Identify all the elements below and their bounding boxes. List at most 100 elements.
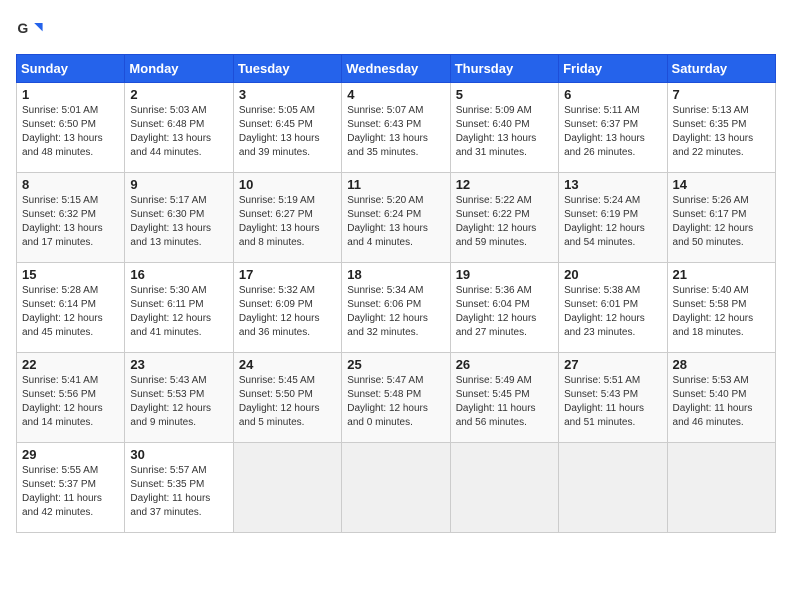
- calendar-day-22: 22Sunrise: 5:41 AMSunset: 5:56 PMDayligh…: [17, 353, 125, 443]
- daylight-label: Daylight: 11 hours and 37 minutes.: [130, 493, 210, 518]
- sunrise-label: Sunrise: 5:30 AM: [130, 285, 206, 296]
- sunset-label: Sunset: 5:50 PM: [239, 389, 313, 400]
- daylight-label: Daylight: 12 hours and 23 minutes.: [564, 313, 645, 338]
- sunrise-label: Sunrise: 5:13 AM: [673, 105, 749, 116]
- sunset-label: Sunset: 6:48 PM: [130, 119, 204, 130]
- calendar-week-row: 8Sunrise: 5:15 AMSunset: 6:32 PMDaylight…: [17, 173, 776, 263]
- calendar-day-20: 20 Sunrise: 5:38 AM Sunset: 6:01 PM Dayligh…: [559, 263, 667, 353]
- weekday-monday: Monday: [125, 55, 233, 83]
- sunset-label: Sunset: 6:50 PM: [22, 119, 96, 130]
- sunrise-label: Sunrise: 5:07 AM: [347, 105, 423, 116]
- sunrise-label: Sunrise: 5:51 AM: [564, 375, 640, 386]
- sunrise-label: Sunrise: 5:05 AM: [239, 105, 315, 116]
- day-number: 30: [130, 447, 227, 462]
- daylight-label: Daylight: 13 hours and 44 minutes.: [130, 133, 211, 158]
- daylight-label: Daylight: 12 hours and 32 minutes.: [347, 313, 428, 338]
- sunrise-label: Sunrise: 5:43 AM: [130, 375, 206, 386]
- sunset-label: Sunset: 6:01 PM: [564, 299, 638, 310]
- calendar-day-3: 3Sunrise: 5:05 AMSunset: 6:45 PMDaylight…: [233, 83, 341, 173]
- day-number: 3: [239, 87, 336, 102]
- day-number: 20: [564, 267, 661, 282]
- daylight-label: Daylight: 11 hours and 46 minutes.: [673, 403, 753, 428]
- daylight-label: Daylight: 12 hours and 59 minutes.: [456, 223, 537, 248]
- calendar-day-15: 15Sunrise: 5:28 AMSunset: 6:14 PMDayligh…: [17, 263, 125, 353]
- sunset-label: Sunset: 5:58 PM: [673, 299, 747, 310]
- daylight-label: Daylight: 11 hours and 56 minutes.: [456, 403, 536, 428]
- sunrise-label: Sunrise: 5:40 AM: [673, 285, 749, 296]
- sunrise-label: Sunrise: 5:26 AM: [673, 195, 749, 206]
- day-info: Sunrise: 5:40 AM Sunset: 5:58 PM Daylight:…: [673, 284, 770, 340]
- sunset-label: Sunset: 6:09 PM: [239, 299, 313, 310]
- sunrise-label: Sunrise: 5:22 AM: [456, 195, 532, 206]
- daylight-label: Daylight: 13 hours and 26 minutes.: [564, 133, 645, 158]
- sunrise-label: Sunrise: 5:49 AM: [456, 375, 532, 386]
- sunrise-label: Sunrise: 5:32 AM: [239, 285, 315, 296]
- weekday-thursday: Thursday: [450, 55, 558, 83]
- day-info: Sunrise: 5:24 AMSunset: 6:19 PMDaylight:…: [564, 194, 661, 250]
- day-info: Sunrise: 5:03 AMSunset: 6:48 PMDaylight:…: [130, 104, 227, 160]
- day-number: 28: [673, 357, 770, 372]
- sunset-label: Sunset: 6:22 PM: [456, 209, 530, 220]
- sunrise-label: Sunrise: 5:36 AM: [456, 285, 532, 296]
- sunset-label: Sunset: 6:04 PM: [456, 299, 530, 310]
- day-info: Sunrise: 5:51 AMSunset: 5:43 PMDaylight:…: [564, 374, 661, 430]
- calendar-table: SundayMondayTuesdayWednesdayThursdayFrid…: [16, 54, 776, 533]
- weekday-tuesday: Tuesday: [233, 55, 341, 83]
- calendar-day-2: 2Sunrise: 5:03 AMSunset: 6:48 PMDaylight…: [125, 83, 233, 173]
- sunrise-label: Sunrise: 5:20 AM: [347, 195, 423, 206]
- calendar-day-25: 25 Sunrise: 5:47 AMSunset: 5:48 PMDayligh…: [342, 353, 450, 443]
- calendar-day-17: 17Sunrise: 5:32 AMSunset: 6:09 PMDayligh…: [233, 263, 341, 353]
- daylight-label: Daylight: 12 hours and 18 minutes.: [673, 313, 754, 338]
- day-number: 27: [564, 357, 661, 372]
- calendar-day-4: 4Sunrise: 5:07 AMSunset: 6:43 PMDaylight…: [342, 83, 450, 173]
- sunrise-label: Sunrise: 5:57 AM: [130, 465, 206, 476]
- day-number: 29: [22, 447, 119, 462]
- day-number: 13: [564, 177, 661, 192]
- day-number: 6: [564, 87, 661, 102]
- daylight-label: Daylight: 12 hours and 54 minutes.: [564, 223, 645, 248]
- day-number: 24: [239, 357, 336, 372]
- sunset-label: Sunset: 5:53 PM: [130, 389, 204, 400]
- sunrise-label: Sunrise: 5:19 AM: [239, 195, 315, 206]
- daylight-label: Daylight: 13 hours and 4 minutes.: [347, 223, 428, 248]
- day-info: Sunrise: 5:49 AM Sunset: 5:45 PM Daylight:…: [456, 374, 553, 430]
- daylight-label: Daylight: 12 hours and 9 minutes.: [130, 403, 211, 428]
- sunrise-label: Sunrise: 5:38 AM: [564, 285, 640, 296]
- sunset-label: Sunset: 5:45 PM: [456, 389, 530, 400]
- day-info: Sunrise: 5:13 AMSunset: 6:35 PMDaylight:…: [673, 104, 770, 160]
- day-info: Sunrise: 5:19 AMSunset: 6:27 PMDaylight:…: [239, 194, 336, 250]
- day-info: Sunrise: 5:47 AMSunset: 5:48 PMDaylight:…: [347, 374, 444, 430]
- calendar-day-19: 19Sunrise: 5:36 AMSunset: 6:04 PMDayligh…: [450, 263, 558, 353]
- weekday-saturday: Saturday: [667, 55, 775, 83]
- day-number: 9: [130, 177, 227, 192]
- day-info: Sunrise: 5:43 AM Sunset: 5:53 PM Daylight:…: [130, 374, 227, 430]
- logo: G: [16, 16, 48, 44]
- svg-text:G: G: [17, 20, 28, 36]
- daylight-label: Daylight: 13 hours and 39 minutes.: [239, 133, 320, 158]
- sunrise-label: Sunrise: 5:47 AM: [347, 375, 423, 386]
- sunrise-label: Sunrise: 5:53 AM: [673, 375, 749, 386]
- day-number: 10: [239, 177, 336, 192]
- day-number: 4: [347, 87, 444, 102]
- daylight-label: Daylight: 12 hours and 0 minutes.: [347, 403, 428, 428]
- day-number: 25: [347, 357, 444, 372]
- sunset-label: Sunset: 6:14 PM: [22, 299, 96, 310]
- sunset-label: Sunset: 5:56 PM: [22, 389, 96, 400]
- day-info: Sunrise: 5:30 AMSunset: 6:11 PMDaylight:…: [130, 284, 227, 340]
- empty-cell: [233, 443, 341, 533]
- sunrise-label: Sunrise: 5:28 AM: [22, 285, 98, 296]
- empty-cell: [667, 443, 775, 533]
- calendar-week-row: 22Sunrise: 5:41 AMSunset: 5:56 PMDayligh…: [17, 353, 776, 443]
- day-number: 23: [130, 357, 227, 372]
- day-info: Sunrise: 5:17 AMSunset: 6:30 PMDaylight:…: [130, 194, 227, 250]
- logo-icon: G: [16, 16, 44, 44]
- day-number: 8: [22, 177, 119, 192]
- daylight-label: Daylight: 13 hours and 35 minutes.: [347, 133, 428, 158]
- calendar-day-10: 10 Sunrise: 5:19 AMSunset: 6:27 PMDayligh…: [233, 173, 341, 263]
- day-info: Sunrise: 5:55 AMSunset: 5:37 PMDaylight:…: [22, 464, 119, 520]
- day-info: Sunrise: 5:34 AMSunset: 6:06 PMDaylight:…: [347, 284, 444, 340]
- calendar-day-14: 14Sunrise: 5:26 AMSunset: 6:17 PMDayligh…: [667, 173, 775, 263]
- calendar-day-28: 28Sunrise: 5:53 AMSunset: 5:40 PMDayligh…: [667, 353, 775, 443]
- daylight-label: Daylight: 12 hours and 36 minutes.: [239, 313, 320, 338]
- calendar-day-5: 5Sunrise: 5:09 AMSunset: 6:40 PMDaylight…: [450, 83, 558, 173]
